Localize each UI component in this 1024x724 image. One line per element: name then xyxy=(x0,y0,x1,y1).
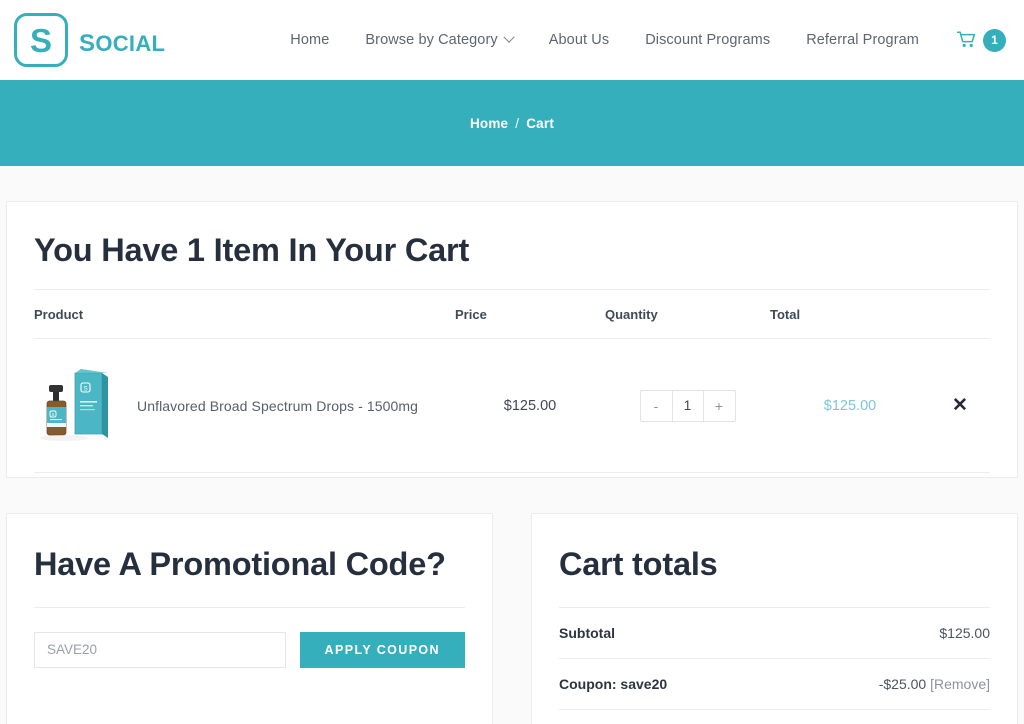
promo-code-panel: Have A Promotional Code? APPLY COUPON xyxy=(6,513,493,724)
bottom-panels: Have A Promotional Code? APPLY COUPON Ca… xyxy=(6,513,1018,724)
promo-title: Have A Promotional Code? xyxy=(34,546,446,582)
logo-mark-icon: S xyxy=(14,13,68,67)
quantity-decrement-button[interactable]: - xyxy=(641,391,672,421)
main-navigation: Home Browse by Category About Us Discoun… xyxy=(272,28,1008,52)
column-header-quantity: Quantity xyxy=(605,290,770,339)
cart-totals-panel: Cart totals Subtotal $125.00 Coupon: sav… xyxy=(531,513,1018,724)
nav-item-label: Referral Program xyxy=(806,32,919,48)
breadcrumb: Home / Cart xyxy=(470,116,554,131)
coupon-form: APPLY COUPON xyxy=(34,631,465,668)
breadcrumb-separator: / xyxy=(515,115,520,131)
cart-card: You Have 1 Item In Your Cart Product Pri… xyxy=(6,201,1018,478)
product-price: $125.00 xyxy=(455,338,605,473)
column-header-product: Product xyxy=(34,290,455,339)
table-header-row: Product Price Quantity Total xyxy=(34,290,990,339)
svg-text:S: S xyxy=(52,412,55,417)
subtotal-value: $125.00 xyxy=(939,624,990,641)
nav-item-label: Home xyxy=(290,32,330,48)
nav-item-referral-program[interactable]: Referral Program xyxy=(788,32,937,48)
quantity-stepper[interactable]: - 1 + xyxy=(639,389,736,422)
column-header-remove xyxy=(930,290,990,339)
subtotal-label: Subtotal xyxy=(559,624,615,641)
product-total: $125.00 xyxy=(770,338,930,473)
nav-item-label: Browse by Category xyxy=(365,32,498,48)
nav-item-home[interactable]: Home xyxy=(272,32,347,48)
cart-totals-title: Cart totals xyxy=(559,546,718,582)
coupon-value-wrap: -$25.00 [Remove] xyxy=(879,676,990,692)
nav-item-browse-by-category[interactable]: Browse by Category xyxy=(347,31,530,48)
table-row: S S Unflavored Broad Spectrum Drops - 15… xyxy=(34,338,990,473)
quantity-cell: - 1 + xyxy=(605,338,770,473)
nav-item-label: About Us xyxy=(548,32,610,48)
product-name[interactable]: Unflavored Broad Spectrum Drops - 1500mg xyxy=(137,398,418,414)
remove-cell: ✕ xyxy=(930,338,990,473)
shopping-cart-icon xyxy=(957,31,976,47)
breadcrumb-current: Cart xyxy=(526,115,555,131)
quantity-value[interactable]: 1 xyxy=(671,390,704,421)
brand-logo[interactable]: S Social xyxy=(14,13,165,67)
chevron-down-icon xyxy=(503,31,515,43)
coupon-row: Coupon: save20 -$25.00 [Remove] xyxy=(559,659,990,710)
svg-text:S: S xyxy=(83,385,88,392)
apply-coupon-button[interactable]: APPLY COUPON xyxy=(299,631,465,668)
cart-button[interactable]: 1 xyxy=(937,28,1008,52)
cart-table: Product Price Quantity Total S S Unflavo… xyxy=(34,290,990,473)
coupon-label: Coupon: save20 xyxy=(559,675,668,692)
tincture-bottle-and-box-icon: S S xyxy=(40,369,108,441)
column-header-total: Total xyxy=(770,290,930,339)
coupon-input[interactable] xyxy=(34,631,286,668)
quantity-increment-button[interactable]: + xyxy=(704,391,735,421)
breadcrumb-home-link[interactable]: Home xyxy=(470,116,508,131)
nav-item-about-us[interactable]: About Us xyxy=(531,32,627,48)
page-title: You Have 1 Item In Your Cart xyxy=(34,232,470,268)
breadcrumb-band: Home / Cart xyxy=(0,80,1024,166)
column-header-price: Price xyxy=(455,290,605,339)
subtotal-row: Subtotal $125.00 xyxy=(559,608,990,659)
product-cell: S S Unflavored Broad Spectrum Drops - 15… xyxy=(34,338,455,473)
nav-item-discount-programs[interactable]: Discount Programs xyxy=(627,32,788,48)
site-header: S Social Home Browse by Category About U… xyxy=(0,0,1024,80)
page-content: You Have 1 Item In Your Cart Product Pri… xyxy=(0,201,1024,724)
product-thumbnail[interactable]: S S xyxy=(34,363,119,448)
nav-item-label: Discount Programs xyxy=(645,32,771,48)
brand-name: Social xyxy=(79,20,166,59)
promo-divider xyxy=(34,606,465,608)
coupon-discount-value: -$25.00 xyxy=(878,675,931,692)
cart-count-badge: 1 xyxy=(983,28,1006,52)
coupon-remove-link[interactable]: [Remove] xyxy=(930,676,990,692)
remove-item-button[interactable]: ✕ xyxy=(952,396,968,415)
